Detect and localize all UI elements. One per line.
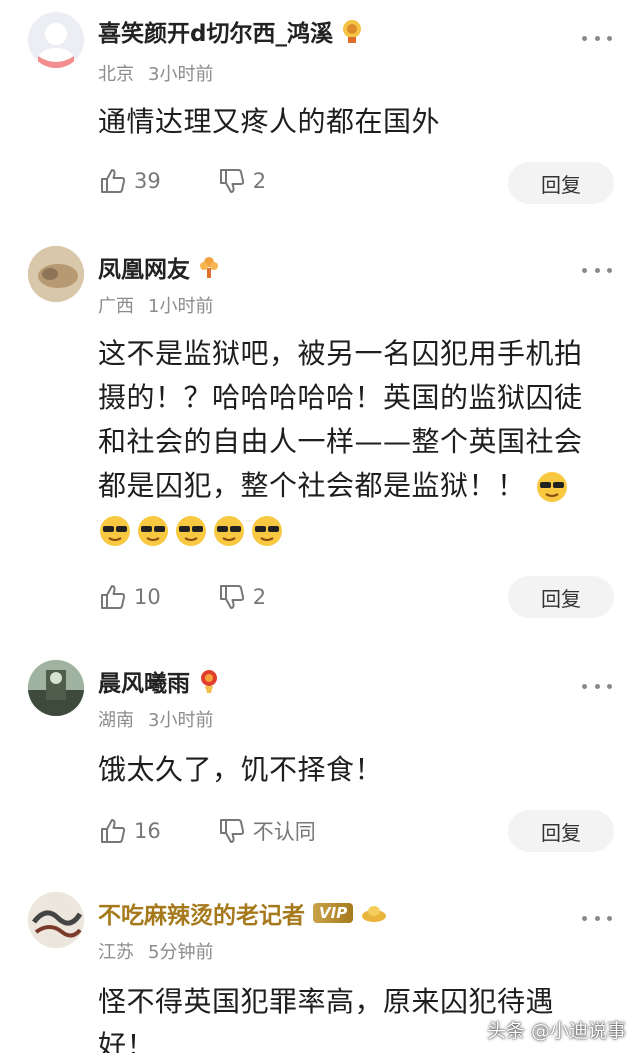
reply-button[interactable]: 回复	[508, 162, 614, 204]
user-photo-icon	[28, 892, 84, 948]
cool-emoji-icon	[536, 472, 567, 502]
username[interactable]: 凤凰网友	[98, 250, 190, 284]
name-row: 不吃麻辣烫的老记者 VIP	[98, 896, 387, 930]
timestamp: 3小时前	[148, 64, 214, 85]
gold-ingot-icon	[362, 906, 387, 922]
dislike-label: 不认同	[252, 820, 316, 844]
thumbs-down-icon	[219, 585, 244, 609]
comment-text: 通情达理又疼人的都在国外	[98, 105, 441, 138]
more-options-icon[interactable]	[582, 268, 612, 276]
action-row: 16 不认同	[98, 816, 372, 846]
comment-meta: 湖南 3小时前	[98, 706, 213, 732]
cool-emoji-icon	[252, 516, 282, 546]
comment-meta: 江苏 5分钟前	[98, 938, 213, 964]
more-options-icon[interactable]	[582, 916, 612, 924]
like-button[interactable]: 39	[98, 166, 161, 196]
username[interactable]: 晨风曦雨	[98, 664, 190, 698]
comment-body: 这不是监狱吧，被另一名囚犯用手机拍摄的！？哈哈哈哈哈！英国的监狱囚徒和社会的自由…	[98, 337, 583, 502]
comment-meta: 广西 1小时前	[98, 292, 213, 318]
watermark: 头条 @小迪说事	[486, 1020, 626, 1042]
fire-badge-icon	[201, 670, 217, 693]
medal-badge-icon	[342, 20, 361, 43]
dislike-count: 2	[252, 585, 267, 609]
comment-feed: 喜笑颜开d切尔西_鸿溪 北京 3小时前 通情达理又疼人的都在国外 39 2 回复	[0, 0, 640, 1053]
thumbs-up-icon	[101, 585, 126, 609]
vip-badge: VIP	[313, 903, 354, 923]
avatar[interactable]	[28, 660, 84, 716]
username[interactable]: 不吃麻辣烫的老记者	[98, 896, 305, 930]
timestamp: 1小时前	[148, 296, 214, 317]
avatar[interactable]	[28, 246, 84, 302]
dislike-button[interactable]: 2	[217, 166, 266, 196]
flower-badge-icon	[200, 257, 218, 278]
comment-text: 这不是监狱吧，被另一名囚犯用手机拍摄的！？哈哈哈哈哈！英国的监狱囚徒和社会的自由…	[98, 332, 602, 552]
location: 广西	[98, 296, 134, 317]
thumbs-down-icon	[219, 819, 244, 843]
like-button[interactable]: 16	[98, 816, 161, 846]
reply-button[interactable]: 回复	[508, 810, 614, 852]
location: 湖南	[98, 710, 134, 731]
default-avatar-icon	[28, 12, 84, 68]
like-count: 16	[134, 819, 161, 843]
like-count: 10	[134, 585, 161, 609]
thumbs-down-icon	[219, 169, 244, 193]
more-options-icon[interactable]	[582, 684, 612, 692]
name-row: 凤凰网友	[98, 250, 220, 284]
cool-emoji-icon	[176, 516, 206, 546]
timestamp: 5分钟前	[148, 942, 214, 963]
user-photo-icon	[28, 246, 84, 302]
timestamp: 3小时前	[148, 710, 214, 731]
name-row: 晨风曦雨	[98, 664, 220, 698]
user-photo-icon	[28, 660, 84, 716]
reply-button[interactable]: 回复	[508, 576, 614, 618]
username[interactable]: 喜笑颜开d切尔西_鸿溪	[98, 14, 333, 48]
cool-emoji-icon	[100, 516, 130, 546]
avatar[interactable]	[28, 892, 84, 948]
name-row: 喜笑颜开d切尔西_鸿溪	[98, 14, 363, 48]
comment-text: 饿太久了，饥不择食！	[98, 753, 384, 786]
action-row: 39 2	[98, 166, 322, 196]
thumbs-up-icon	[101, 169, 126, 193]
more-options-icon[interactable]	[582, 36, 612, 44]
avatar[interactable]	[28, 12, 84, 68]
location: 江苏	[98, 942, 134, 963]
dislike-button[interactable]: 不认同	[217, 816, 316, 846]
comment-meta: 北京 3小时前	[98, 60, 213, 86]
like-button[interactable]: 10	[98, 582, 161, 612]
thumbs-up-icon	[101, 819, 126, 843]
cool-emoji-icon	[214, 516, 244, 546]
action-row: 10 2	[98, 582, 322, 612]
cool-emoji-icon	[138, 516, 168, 546]
dislike-button[interactable]: 2	[217, 582, 266, 612]
like-count: 39	[134, 169, 161, 193]
location: 北京	[98, 64, 134, 85]
dislike-count: 2	[252, 169, 267, 193]
